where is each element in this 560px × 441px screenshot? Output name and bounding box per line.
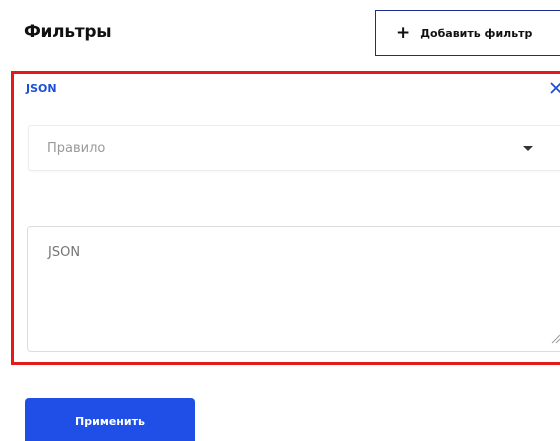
chevron-down-icon — [523, 146, 533, 151]
json-field[interactable] — [27, 226, 560, 352]
close-icon[interactable] — [546, 78, 560, 98]
plus-icon: + — [396, 22, 411, 43]
rule-select-placeholder: Правило — [47, 140, 106, 156]
filter-panel: JSON Правило — [11, 71, 560, 365]
close-icon-glyph — [550, 82, 560, 94]
add-filter-button[interactable]: + Добавить фильтр — [375, 10, 560, 56]
resize-handle-icon[interactable] — [549, 332, 560, 344]
page-title: Фильтры — [24, 22, 112, 42]
apply-label: Применить — [75, 415, 145, 428]
add-filter-label: Добавить фильтр — [420, 26, 533, 40]
filters-page: Фильтры + Добавить фильтр JSON Правило П… — [0, 0, 560, 441]
rule-select[interactable]: Правило — [28, 125, 560, 171]
apply-button[interactable]: Применить — [25, 398, 195, 441]
filter-label: JSON — [26, 82, 57, 95]
